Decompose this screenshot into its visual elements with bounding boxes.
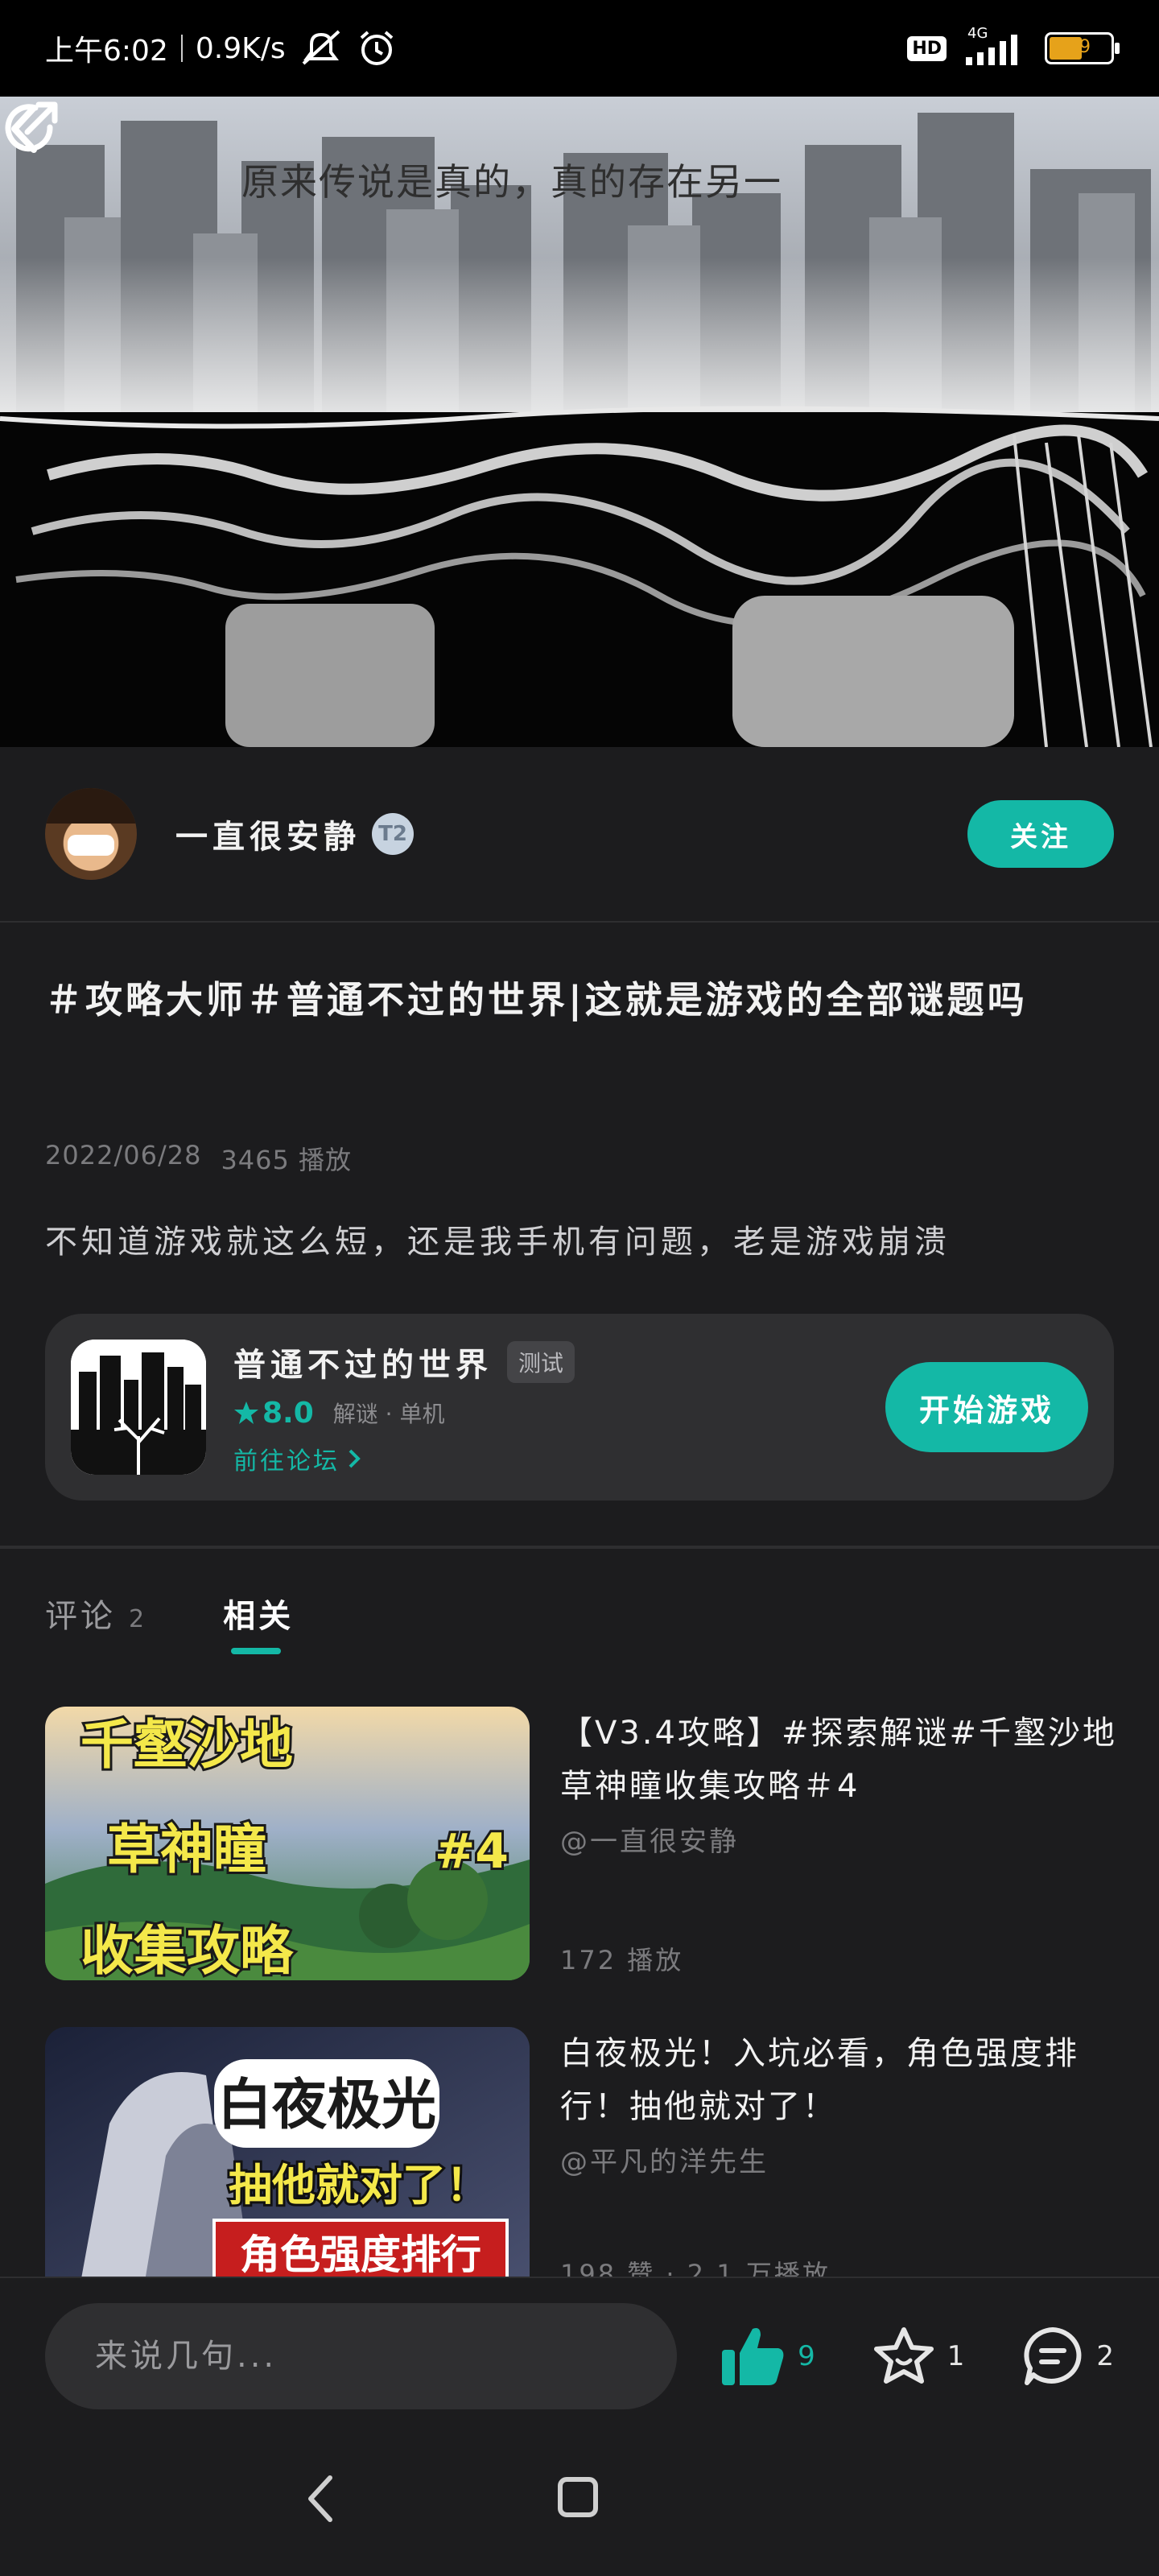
mute-icon [302,30,340,65]
post-date: 2022/06/28 [45,1140,202,1170]
thumb-text: 白夜极光 [217,2074,436,2137]
chevron-right-icon [349,1449,361,1468]
forum-link[interactable]: 前往论坛 [233,1441,575,1476]
list-item[interactable]: 白夜极光 抽他就对了！ 角色强度排行 白夜极光！入坑必看，角色强度排行！抽他就对… [45,2027,1116,2277]
comment-icon [1024,2327,1082,2385]
thumb-text: 千壑沙地 [80,1714,293,1776]
divider [0,1546,1159,1549]
alarm-icon [360,31,393,65]
share-icon[interactable] [0,97,64,161]
status-network-speed: 0.9K/s [195,31,286,65]
post-plays: 3465 播放 [221,1145,353,1175]
tabs: 评论 2 相关 [45,1590,295,1654]
thumb-text: 抽他就对了！ [229,2160,489,2211]
game-rating-value: 8.0 [262,1396,314,1430]
game-genre: 解谜 · 单机 [332,1401,445,1427]
status-separator [180,35,183,62]
forum-link-label: 前往论坛 [233,1447,340,1476]
tab-comments-label: 评论 [45,1598,116,1635]
favorite-count: 1 [947,2340,965,2372]
related-stats: 172 播放 [560,1945,684,1975]
game-card[interactable]: 普通不过的世界 测试 8.0 解谜 · 单机 前往论坛 开始游戏 [45,1314,1114,1501]
battery-icon: 59 [1045,32,1120,64]
thumb-text: 收集攻略 [80,1920,294,1980]
related-author[interactable]: @平凡的洋先生 [560,2140,769,2179]
post-title: ＃攻略大师＃普通不过的世界|这就是游戏的全部谜题吗 [45,978,1028,1022]
comment-count: 2 [1096,2340,1114,2372]
level-badge: T2 [372,813,414,855]
thumb-text: #4 [435,1823,509,1880]
favorite-button[interactable]: 1 [872,2325,965,2388]
signal-icon: 4G [961,25,1030,68]
game-rating: 8.0 [233,1397,314,1430]
author-row: 一直很安静 T2 关注 [0,747,1159,923]
status-bar: 上午6:02 0.9K/s HD 4G 59 [0,0,1159,97]
video-thumbnail[interactable]: 白夜极光 抽他就对了！ 角色强度排行 [45,2027,530,2277]
follow-button[interactable]: 关注 [967,800,1114,868]
list-item[interactable]: 千壑沙地 草神瞳 #4 收集攻略 【V3.4攻略】#探索解谜#千壑沙地草神瞳收集… [45,1707,1116,1980]
post-meta: 2022/06/28 3465 播放 [45,1140,352,1177]
like-count: 9 [798,2340,815,2372]
tab-comments-count: 2 [129,1605,148,1633]
tab-related-label: 相关 [223,1598,295,1635]
comment-button[interactable]: 2 [1021,2325,1114,2388]
video-caption: 原来传说是真的，真的存在另一 [241,160,782,204]
related-stats: 198 赞 · 2.1 万播放 [560,2259,831,2277]
video-player[interactable]: 原来传说是真的，真的存在另一 [0,97,1159,747]
star-outline-icon [873,2327,934,2384]
system-nav-bar [0,2434,1159,2576]
nav-home-icon[interactable] [555,2475,600,2520]
thumb-text: 草神瞳 [107,1818,266,1880]
post-body: 不知道游戏就这么短，还是我手机有问题，老是游戏崩溃 [45,1224,951,1261]
tab-comments[interactable]: 评论 2 [45,1590,147,1637]
related-title[interactable]: 白夜极光！入坑必看，角色强度排行！抽他就对了！ [560,2027,1116,2133]
like-button[interactable]: 9 [719,2324,815,2388]
related-author[interactable]: @一直很安静 [560,1819,739,1859]
star-icon [234,1402,258,1424]
game-name[interactable]: 普通不过的世界 [233,1339,493,1385]
related-title[interactable]: 【V3.4攻略】#探索解谜#千壑沙地草神瞳收集攻略＃4 [560,1707,1124,1813]
comment-input[interactable] [45,2303,678,2409]
tab-related[interactable]: 相关 [223,1590,295,1654]
battery-level: 59 [1068,37,1091,57]
start-game-button[interactable]: 开始游戏 [885,1362,1088,1452]
nav-back-icon[interactable] [298,2467,346,2531]
author-name[interactable]: 一直很安静 [175,811,361,857]
thumb-text: 角色强度排行 [240,2231,481,2277]
bottom-action-bar: 9 1 2 [0,2277,1159,2434]
status-time: 上午6:02 [45,35,168,68]
video-thumbnail[interactable]: 千壑沙地 草神瞳 #4 收集攻略 [45,1707,530,1980]
avatar[interactable] [45,788,137,880]
thumbs-up-icon [722,2328,784,2385]
test-tag: 测试 [507,1340,575,1383]
game-icon[interactable] [71,1340,206,1475]
hd-badge: HD [907,35,947,61]
